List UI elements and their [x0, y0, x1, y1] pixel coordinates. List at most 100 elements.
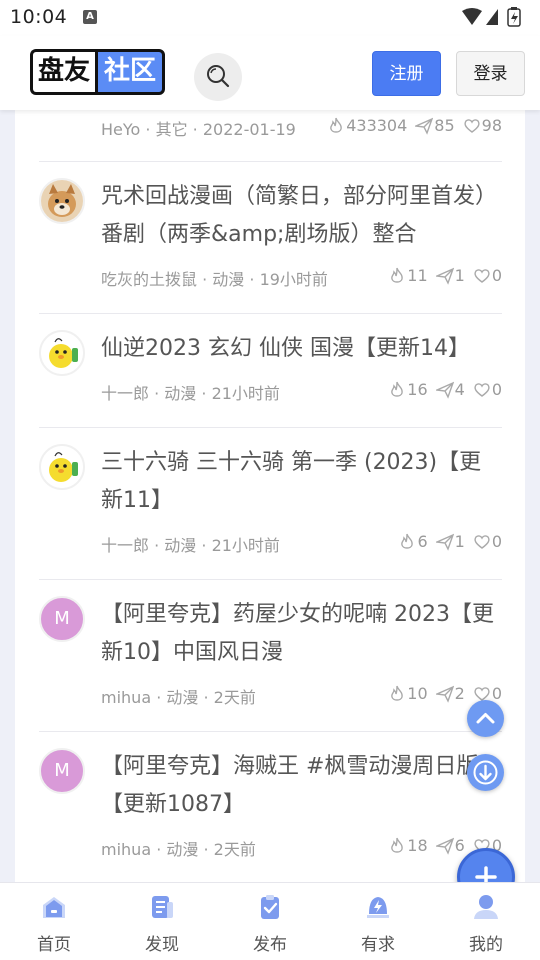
- avatar[interactable]: M: [39, 596, 85, 642]
- list-item[interactable]: M 【阿里夸克】海贼王 #枫雪动漫周日版 【更新1087】 mihua · 动漫…: [39, 732, 502, 885]
- discover-icon: [152, 896, 173, 918]
- view-count: 18: [407, 836, 428, 855]
- list-item[interactable]: 仙逆2023 玄幻 仙侠 国漫【更新14】 十一郎 · 动漫 · 21小时前 1…: [39, 314, 502, 428]
- login-button[interactable]: 登录: [456, 51, 525, 96]
- post-meta: 吃灰的土拨鼠 · 动漫 · 19小时前: [101, 270, 328, 289]
- post-meta: mihua · 动漫 · 2天前: [101, 840, 256, 859]
- post-stats: 11 1 0: [380, 266, 502, 285]
- post-author[interactable]: mihua: [101, 688, 151, 707]
- nav-label: 首页: [37, 935, 71, 955]
- scroll-top-button[interactable]: [467, 700, 504, 737]
- avatar[interactable]: [39, 178, 85, 224]
- share-icon: [435, 381, 454, 399]
- like-count: 0: [491, 380, 502, 399]
- post-author[interactable]: 吃灰的土拨鼠: [101, 270, 197, 289]
- request-icon: [367, 897, 389, 918]
- chick-avatar-icon: [41, 332, 83, 374]
- nav-item-request[interactable]: 有求: [324, 883, 432, 960]
- post-category[interactable]: 其它: [156, 120, 188, 139]
- post-category[interactable]: 动漫: [166, 688, 198, 707]
- post-category[interactable]: 动漫: [212, 270, 244, 289]
- share-icon: [435, 837, 454, 855]
- view-count: 6: [417, 532, 428, 551]
- post-author[interactable]: 十一郎: [101, 536, 149, 555]
- post-title[interactable]: 咒术回战漫画（简繁日，部分阿里首发）番剧（两季&amp;剧场版）整合: [101, 178, 501, 254]
- view-count: 10: [407, 684, 428, 703]
- fire-icon: [391, 267, 404, 283]
- post-category[interactable]: 动漫: [164, 384, 196, 403]
- post-title[interactable]: 【阿里夸克】海贼王 #枫雪动漫周日版 【更新1087】: [101, 748, 501, 824]
- post-list: HeYo · 其它 · 2022-01-19 433304 85 98 咒术回战…: [15, 110, 525, 885]
- share-count: 1: [454, 266, 465, 285]
- site-logo[interactable]: 盘友 社区: [30, 49, 165, 95]
- share-icon: [435, 267, 454, 285]
- avatar[interactable]: [39, 330, 85, 376]
- post-meta: 十一郎 · 动漫 · 21小时前: [101, 536, 280, 555]
- list-item[interactable]: 三十六骑 三十六骑 第一季 (2023)【更新11】 十一郎 · 动漫 · 21…: [39, 428, 502, 580]
- nav-item-home[interactable]: 首页: [0, 883, 108, 960]
- search-button[interactable]: [194, 53, 242, 101]
- home-icon: [43, 897, 65, 918]
- notification-a-icon: A: [83, 10, 97, 24]
- heart-icon[interactable]: [473, 267, 491, 285]
- nav-label: 发现: [145, 935, 179, 955]
- heart-icon[interactable]: [473, 533, 491, 551]
- search-icon: [207, 65, 230, 88]
- post-meta: mihua · 动漫 · 2天前: [101, 688, 256, 707]
- post-time: 21小时前: [211, 536, 280, 555]
- post-author[interactable]: HeYo: [101, 120, 140, 139]
- signal-battery-icons: [462, 7, 521, 27]
- nav-item-profile[interactable]: 我的: [432, 883, 540, 960]
- list-item[interactable]: M 【阿里夸克】药屋少女的呢喃 2023【更新10】中国风日漫 mihua · …: [39, 580, 502, 732]
- chick-avatar-icon: [41, 446, 83, 488]
- fire-icon: [391, 837, 404, 853]
- nav-item-publish[interactable]: 发布: [216, 883, 324, 960]
- dog-avatar-icon: [41, 180, 83, 222]
- post-title[interactable]: 【阿里夸克】药屋少女的呢喃 2023【更新10】中国风日漫: [101, 596, 501, 672]
- post-time: 2022-01-19: [202, 120, 296, 139]
- post-author[interactable]: 十一郎: [101, 384, 149, 403]
- post-time: 21小时前: [211, 384, 280, 403]
- heart-icon[interactable]: [463, 117, 481, 135]
- arrow-down-icon: [473, 760, 498, 785]
- post-stats: 6 1 0: [390, 532, 502, 551]
- post-meta: HeYo · 其它 · 2022-01-19: [101, 120, 296, 139]
- post-author[interactable]: mihua: [101, 840, 151, 859]
- view-count: 433304: [346, 116, 408, 135]
- post-time: 19小时前: [259, 270, 328, 289]
- logo-text-left: 盘友: [30, 49, 95, 95]
- post-category[interactable]: 动漫: [166, 840, 198, 859]
- list-item[interactable]: 咒术回战漫画（简繁日，部分阿里首发）番剧（两季&amp;剧场版）整合 吃灰的土拨…: [39, 162, 502, 314]
- publish-icon: [261, 895, 279, 919]
- logo-text-right: 社区: [95, 49, 165, 95]
- app-header: 盘友 社区 注册 登录: [0, 36, 540, 110]
- fire-icon: [401, 533, 414, 549]
- list-item[interactable]: HeYo · 其它 · 2022-01-19 433304 85 98: [39, 110, 502, 162]
- post-category[interactable]: 动漫: [164, 536, 196, 555]
- avatar[interactable]: M: [39, 748, 85, 794]
- fire-icon: [391, 381, 404, 397]
- like-count: 0: [491, 266, 502, 285]
- share-icon: [415, 117, 434, 135]
- post-time: 2天前: [213, 688, 256, 707]
- share-count: 2: [454, 684, 465, 703]
- post-stats: 433304 85 98: [319, 116, 502, 135]
- nav-item-discover[interactable]: 发现: [108, 883, 216, 960]
- post-stats: 16 4 0: [380, 380, 502, 399]
- fire-icon: [330, 117, 343, 133]
- avatar[interactable]: [39, 444, 85, 490]
- post-title[interactable]: 仙逆2023 玄幻 仙侠 国漫【更新14】: [101, 330, 501, 368]
- nav-label: 我的: [469, 935, 503, 955]
- register-button[interactable]: 注册: [372, 51, 441, 96]
- profile-icon: [474, 895, 498, 919]
- view-count: 16: [407, 380, 428, 399]
- chevron-up-icon: [476, 713, 495, 724]
- fire-icon: [391, 685, 404, 701]
- share-count: 1: [454, 532, 465, 551]
- like-count: 0: [491, 532, 502, 551]
- post-title[interactable]: 三十六骑 三十六骑 第一季 (2023)【更新11】: [101, 444, 501, 520]
- scroll-bottom-button[interactable]: [467, 754, 504, 791]
- post-time: 2天前: [213, 840, 256, 859]
- heart-icon[interactable]: [473, 381, 491, 399]
- nav-label: 发布: [253, 935, 287, 955]
